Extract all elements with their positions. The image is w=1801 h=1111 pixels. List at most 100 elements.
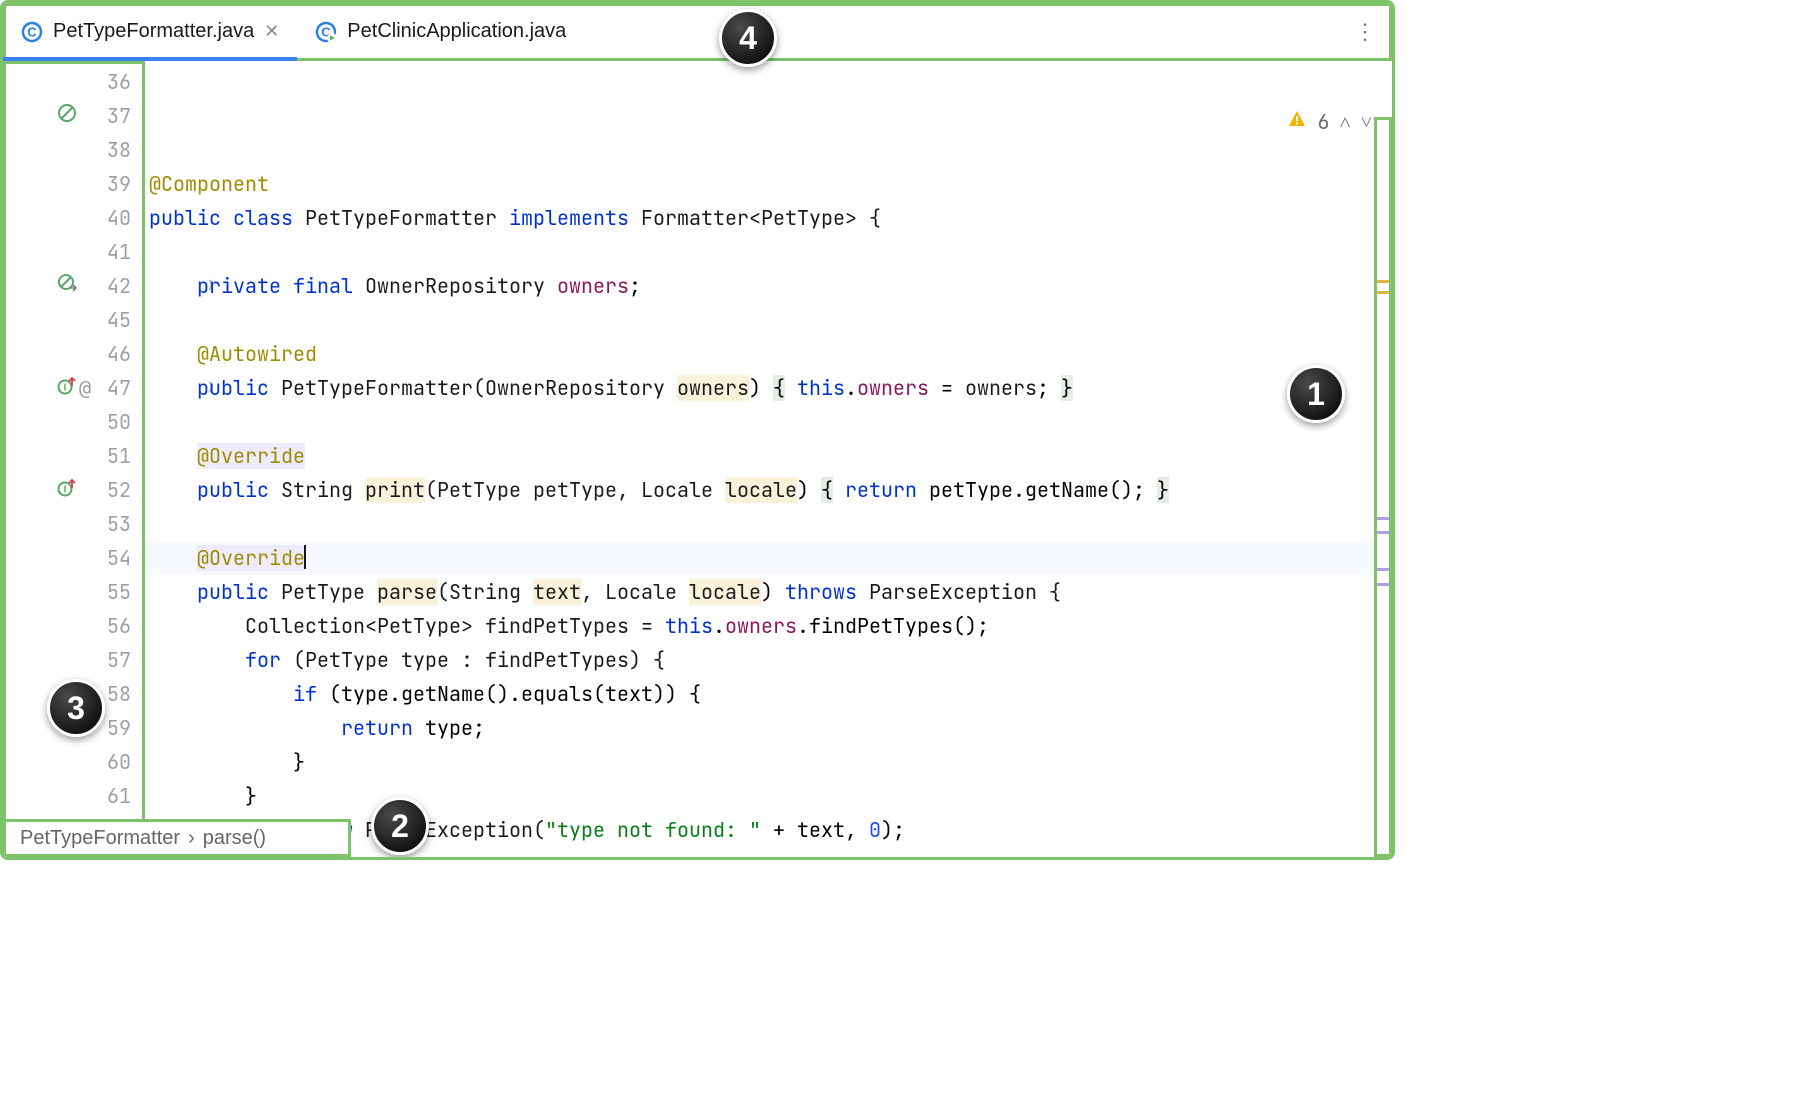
gutter-row[interactable]: 47❯I@ (3, 371, 145, 405)
svg-text:I: I (64, 383, 67, 394)
no-symbol-arrow-icon[interactable] (57, 273, 77, 299)
line-number: 55 (97, 579, 135, 605)
code-line[interactable] (145, 303, 1392, 337)
stripe-mark[interactable] (1377, 583, 1389, 586)
line-number: 51 (97, 443, 135, 469)
line-number: 54 (97, 545, 135, 571)
gutter-row[interactable]: 54 (3, 541, 145, 575)
code-line[interactable]: return type; (145, 711, 1392, 745)
stripe-mark[interactable] (1377, 517, 1389, 520)
code-line[interactable]: @Autowired (145, 337, 1392, 371)
code-line[interactable]: public PetType parse(String text, Locale… (145, 575, 1392, 609)
callout-1: 1 (1287, 365, 1345, 423)
gutter-row[interactable]: 52 I (3, 473, 145, 507)
impl-up-icon[interactable]: I (57, 477, 77, 503)
line-number: 40 (97, 205, 135, 231)
gutter-row[interactable]: 53 (3, 507, 145, 541)
svg-text:I: I (64, 485, 67, 496)
gutter-row[interactable]: 56 (3, 609, 145, 643)
line-number: 42 (97, 273, 135, 299)
gutter-icons: I (57, 477, 77, 503)
gutter-row[interactable]: 46 (3, 337, 145, 371)
line-number: 60 (97, 749, 135, 775)
breadcrumb-separator-icon: › (188, 827, 195, 850)
close-tab-button[interactable]: ✕ (264, 21, 279, 42)
code-area[interactable]: 6 ˄ ˅ @Componentpublic class PetTypeForm… (145, 61, 1392, 857)
gutter-row[interactable]: 61 (3, 779, 145, 813)
line-number: 38 (97, 137, 135, 163)
callout-4: 4 (719, 9, 777, 67)
gutter-row[interactable]: 51 (3, 439, 145, 473)
breadcrumb-class[interactable]: PetTypeFormatter (20, 827, 180, 850)
error-stripe[interactable] (1374, 117, 1392, 857)
stripe-mark[interactable] (1377, 531, 1389, 534)
tabbar-more-button[interactable]: ⋮ (1338, 19, 1392, 45)
at-icon[interactable]: @ (79, 375, 91, 401)
tab-petclinicapplication-java[interactable]: CPetClinicApplication.java (297, 3, 584, 60)
breadcrumb-bar[interactable]: PetTypeFormatter › parse() (3, 819, 351, 857)
no-symbol-icon[interactable] (57, 103, 77, 129)
class-icon: C (21, 21, 43, 43)
code-line[interactable]: public PetTypeFormatter(OwnerRepository … (145, 371, 1392, 405)
code-line[interactable]: private final OwnerRepository owners; (145, 269, 1392, 303)
code-line[interactable] (145, 405, 1392, 439)
next-highlight-button[interactable]: ˅ (1361, 105, 1372, 139)
line-number: 45 (97, 307, 135, 333)
tab-label: PetClinicApplication.java (347, 20, 566, 43)
gutter-icons (57, 103, 77, 129)
line-number: 46 (97, 341, 135, 367)
tab-label: PetTypeFormatter.java (53, 20, 254, 43)
vertical-dots-icon: ⋮ (1354, 19, 1376, 44)
line-number: 50 (97, 409, 135, 435)
gutter-row[interactable]: 50 (3, 405, 145, 439)
code-line[interactable] (145, 507, 1392, 541)
gutter-row[interactable]: 55 (3, 575, 145, 609)
code-line[interactable]: for (PetType type : findPetTypes) { (145, 643, 1392, 677)
svg-text:C: C (27, 24, 37, 39)
tab-bar: C PetTypeFormatter.java ✕ CPetClinicApplica… (3, 3, 1392, 61)
inspection-widget[interactable]: 6 ˄ ˅ (1167, 71, 1372, 173)
code-line[interactable]: if (type.getName().equals(text)) { (145, 677, 1392, 711)
gutter[interactable]: 36373839404142❯454647❯I@505152I535455565… (3, 61, 145, 857)
gutter-row[interactable]: 42❯ (3, 269, 145, 303)
breadcrumb-method[interactable]: parse() (203, 827, 266, 850)
gutter-row[interactable]: 37 (3, 99, 145, 133)
code-line[interactable]: } (145, 779, 1392, 813)
gutter-row[interactable]: 36 (3, 65, 145, 99)
line-number: 52 (97, 477, 135, 503)
tab-pettypeformatter-java[interactable]: C PetTypeFormatter.java ✕ (3, 3, 297, 60)
line-number: 37 (97, 103, 135, 129)
gutter-icons: I@ (57, 375, 91, 401)
editor-window: C PetTypeFormatter.java ✕ CPetClinicApplica… (0, 0, 1395, 860)
code-line[interactable]: } (145, 745, 1392, 779)
gutter-row[interactable]: 40 (3, 201, 145, 235)
code-line[interactable]: @Override (145, 541, 1392, 575)
warning-icon (1167, 71, 1307, 173)
gutter-icons (57, 273, 77, 299)
gutter-row[interactable]: 39 (3, 167, 145, 201)
impl-up-icon[interactable]: I (57, 375, 77, 401)
gutter-row[interactable]: 38 (3, 133, 145, 167)
code-line[interactable]: Collection<PetType> findPetTypes = this.… (145, 609, 1392, 643)
stripe-mark[interactable] (1377, 568, 1389, 571)
gutter-row[interactable]: 60 (3, 745, 145, 779)
line-number: 61 (97, 783, 135, 809)
code-line[interactable]: @Override (145, 439, 1392, 473)
gutter-row[interactable]: 57 (3, 643, 145, 677)
code-line[interactable] (145, 235, 1392, 269)
line-number: 39 (97, 171, 135, 197)
editor-main: 36373839404142❯454647❯I@505152I535455565… (3, 61, 1392, 857)
code-line[interactable]: public class PetTypeFormatter implements… (145, 201, 1392, 235)
callout-2: 2 (371, 797, 429, 855)
line-number: 41 (97, 239, 135, 265)
prev-highlight-button[interactable]: ˄ (1339, 105, 1350, 139)
gutter-row[interactable]: 45 (3, 303, 145, 337)
stripe-mark[interactable] (1377, 280, 1389, 283)
code-line[interactable]: public String print(PetType petType, Loc… (145, 473, 1392, 507)
callout-3: 3 (47, 679, 105, 737)
warning-count: 6 (1317, 105, 1329, 139)
gutter-row[interactable]: 41 (3, 235, 145, 269)
line-number: 47 (97, 375, 135, 401)
line-number: 57 (97, 647, 135, 673)
stripe-mark[interactable] (1377, 291, 1389, 294)
